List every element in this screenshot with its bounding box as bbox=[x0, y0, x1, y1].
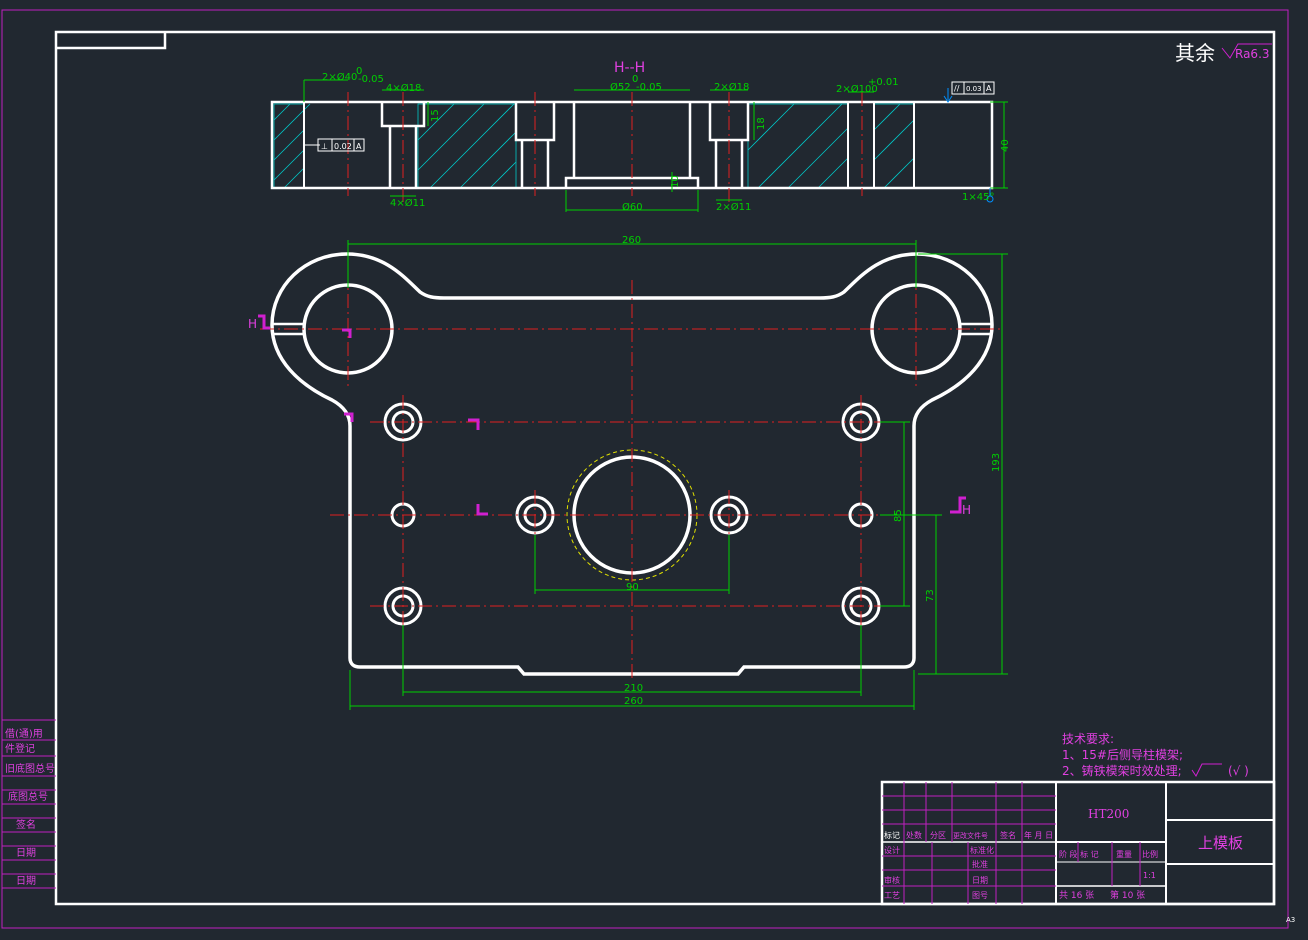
svg-text:A: A bbox=[986, 84, 992, 93]
dim-d18-right: 2×Ø18 bbox=[714, 81, 749, 93]
tb-scale-value: 1:1 bbox=[1143, 871, 1156, 880]
tb-header-1: 处数 bbox=[906, 830, 922, 840]
tb-role-review: 审核 bbox=[884, 875, 900, 885]
dim-step-10: 10 bbox=[670, 175, 681, 188]
dim-height-193: 193 bbox=[991, 453, 1002, 472]
section-label: H--H bbox=[614, 60, 645, 76]
dim-d18-left: 4×Ø18 bbox=[386, 82, 421, 94]
tb-scale-header: 比例 bbox=[1142, 849, 1158, 859]
dim-d11-left: 4×Ø11 bbox=[390, 197, 425, 209]
tb-header-2: 分区 bbox=[930, 831, 946, 840]
tb-header-4: 签名 bbox=[1000, 830, 1016, 840]
tb-role-approve: 批准 bbox=[972, 859, 988, 869]
parallelism-icon: // bbox=[954, 84, 960, 93]
section-dim-lines bbox=[303, 79, 1008, 212]
tb-role-design: 设计 bbox=[884, 845, 900, 855]
roughness-symbol-icon bbox=[1191, 763, 1222, 777]
dim-spacing-85: 85 bbox=[893, 509, 904, 522]
dim-thickness-40: 40 bbox=[1000, 139, 1011, 152]
dim-d100-tol: +0.01 bbox=[868, 77, 899, 88]
drawing-canvas: 其余 Ra6.3 H--H 2×Ø40 0 -0.05 4×Ø18 Ø52 0 … bbox=[0, 0, 1308, 936]
dim-top-width: 260 bbox=[622, 235, 641, 246]
section-mark-right: H bbox=[962, 503, 971, 517]
dim-spacing-73: 73 bbox=[925, 589, 936, 602]
gtol-frame-right: // 0.03 A bbox=[943, 81, 995, 103]
sheet-size-tag: A3 bbox=[1286, 916, 1295, 924]
tb-weight-header: 重量 bbox=[1116, 849, 1132, 859]
frame-corner-tab bbox=[56, 32, 167, 50]
section-markers bbox=[258, 314, 966, 516]
tb-header-5: 年 月 日 bbox=[1024, 830, 1053, 840]
tb-sheets-total: 共 16 张 bbox=[1059, 890, 1094, 901]
tb-role-drawing-no: 图号 bbox=[972, 891, 988, 900]
plan-centerlines bbox=[260, 270, 1004, 680]
dim-d40-lower: -0.05 bbox=[358, 74, 384, 85]
svg-text:1×45°: 1×45° bbox=[962, 192, 994, 203]
dim-d60: Ø60 bbox=[622, 201, 643, 213]
plan-dim-lines bbox=[347, 240, 1008, 710]
tb-stage-header: 阶 段 标 记 bbox=[1059, 849, 1099, 859]
plan-view: H H 260 193 85 73 90 210 260 bbox=[248, 235, 1008, 710]
dim-depth-18: 18 bbox=[756, 117, 767, 130]
datum-marker-a: 1×45° bbox=[962, 188, 994, 203]
strip-label-2: 旧底图总号 bbox=[5, 762, 55, 775]
section-mark-left: H bbox=[248, 317, 257, 331]
cad-drawing: 其余 Ra6.3 H--H 2×Ø40 0 -0.05 4×Ø18 Ø52 0 … bbox=[1, 9, 1295, 929]
section-view: 2×Ø40 0 -0.05 4×Ø18 Ø52 0 -0.05 2×Ø18 2×… bbox=[270, 66, 1011, 213]
strip-label-4: 签名 bbox=[16, 818, 36, 831]
dim-bottom-width: 260 bbox=[624, 696, 643, 707]
tb-role-standard: 标准化 bbox=[970, 845, 994, 855]
tech-req-line1: 1、15#后侧导柱模架; bbox=[1062, 747, 1183, 762]
dim-d11-right: 2×Ø11 bbox=[716, 201, 751, 213]
surface-note-prefix: 其余 bbox=[1175, 41, 1215, 65]
tech-requirements: 技术要求: 1、15#后侧导柱模架; 2、铸铁模架时效处理; (√ ) bbox=[1062, 732, 1249, 778]
strip-label-0: 借(通)用 bbox=[5, 728, 43, 740]
tb-material: HT200 bbox=[1088, 807, 1129, 821]
tb-header-3: 更改文件号 bbox=[953, 831, 988, 840]
dim-d52: Ø52 bbox=[610, 81, 631, 93]
dim-inner-width: 210 bbox=[624, 683, 643, 694]
perpendicularity-icon: ⊥ bbox=[321, 142, 328, 151]
surface-note-value: Ra6.3 bbox=[1235, 47, 1270, 61]
strip-label-1: 件登记 bbox=[5, 742, 35, 755]
dim-d52-lower: -0.05 bbox=[636, 82, 662, 93]
tech-req-title: 技术要求: bbox=[1062, 732, 1114, 746]
tb-part-name: 上模板 bbox=[1198, 834, 1243, 852]
tb-header-0: 标记 bbox=[884, 830, 900, 840]
tech-req-line2-suffix: (√ ) bbox=[1228, 764, 1249, 778]
svg-text:A: A bbox=[356, 142, 362, 151]
dim-depth-15: 15 bbox=[430, 109, 441, 122]
svg-text:0.02: 0.02 bbox=[334, 142, 352, 151]
title-block: 标记 处数 分区 更改文件号 签名 年 月 日 设计 审核 工艺 标准化 批准 … bbox=[880, 780, 1276, 906]
tb-sheet-no: 第 10 张 bbox=[1110, 889, 1145, 901]
left-strip: 借(通)用 件登记 旧底图总号 底图总号 签名 日期 日期 bbox=[2, 719, 56, 889]
sheet-outer-border bbox=[1, 9, 1289, 929]
tb-role-date: 日期 bbox=[972, 876, 988, 885]
tb-role-process: 工艺 bbox=[884, 891, 900, 900]
section-hatching bbox=[273, 103, 915, 189]
strip-label-6: 日期 bbox=[16, 875, 36, 887]
dim-d40: 2×Ø40 bbox=[322, 71, 357, 83]
strip-label-5: 日期 bbox=[16, 847, 36, 859]
svg-text:0.03: 0.03 bbox=[966, 85, 982, 93]
tech-req-line2: 2、铸铁模架时效处理; bbox=[1062, 763, 1182, 778]
strip-label-3: 底图总号 bbox=[8, 790, 48, 803]
gtol-frame-left: ⊥ 0.02 A bbox=[304, 138, 365, 152]
dim-spacing-90: 90 bbox=[626, 582, 639, 593]
